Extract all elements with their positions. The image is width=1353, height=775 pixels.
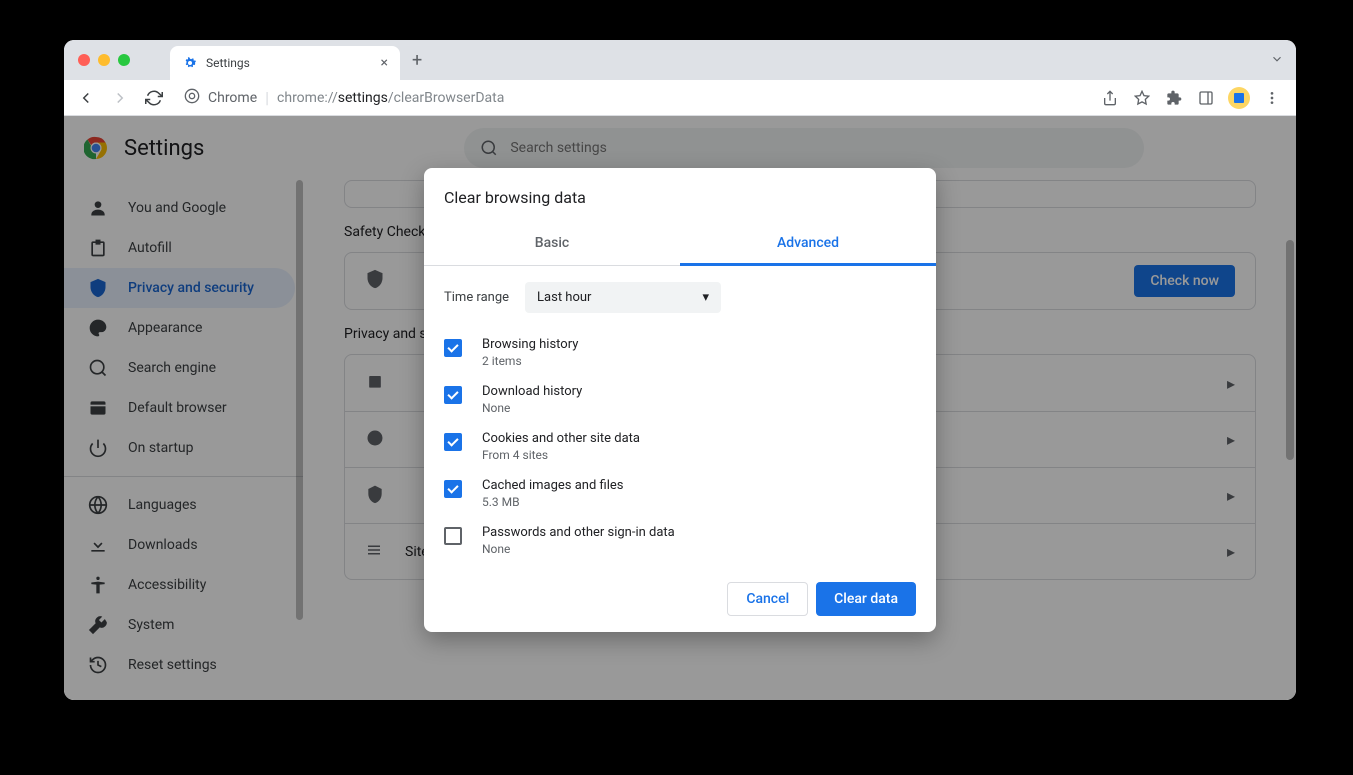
dialog-body: Time range Last hour ▾ Browsing history 2… — [424, 266, 936, 566]
window-controls — [78, 54, 130, 66]
chrome-icon — [184, 88, 200, 108]
reload-button[interactable] — [142, 86, 166, 110]
checkbox-passwords-and-other-sign-in-data[interactable] — [444, 527, 462, 545]
time-range-select[interactable]: Last hour ▾ — [525, 282, 721, 313]
time-range-row: Time range Last hour ▾ — [444, 282, 916, 313]
back-button[interactable] — [74, 86, 98, 110]
checkbox-cached-images-and-files[interactable] — [444, 480, 462, 498]
check-label: Cached images and files — [482, 478, 623, 493]
check-sublabel: 5.3 MB — [482, 495, 623, 509]
check-label: Cookies and other site data — [482, 431, 640, 446]
check-label: Download history — [482, 384, 582, 399]
forward-button[interactable] — [108, 86, 132, 110]
clear-browsing-data-dialog: Clear browsing data Basic Advanced Time … — [424, 168, 936, 632]
check-label: Browsing history — [482, 337, 578, 352]
modal-overlay: Clear browsing data Basic Advanced Time … — [64, 116, 1296, 700]
check-row-2: Cookies and other site data From 4 sites — [444, 423, 916, 470]
check-row-4: Passwords and other sign-in data None — [444, 517, 916, 564]
dropdown-arrow-icon: ▾ — [703, 290, 710, 305]
toolbar-right — [1100, 87, 1282, 109]
content-area: Settings You and GoogleAutofillPrivacy a… — [64, 116, 1296, 700]
dialog-footer: Cancel Clear data — [424, 566, 936, 632]
check-row-3: Cached images and files 5.3 MB — [444, 470, 916, 517]
minimize-window-button[interactable] — [98, 54, 110, 66]
check-sublabel: None — [482, 401, 582, 415]
new-tab-button[interactable]: + — [412, 50, 422, 71]
chevron-down-icon[interactable] — [1270, 51, 1284, 70]
close-window-button[interactable] — [78, 54, 90, 66]
tab-advanced[interactable]: Advanced — [680, 223, 936, 266]
star-icon[interactable] — [1132, 88, 1152, 108]
check-sublabel: From 4 sites — [482, 448, 640, 462]
check-row-0: Browsing history 2 items — [444, 329, 916, 376]
extensions-icon[interactable] — [1164, 88, 1184, 108]
url-field[interactable]: Chrome | chrome://settings/clearBrowserD… — [176, 88, 1090, 108]
check-sublabel: 2 items — [482, 354, 578, 368]
maximize-window-button[interactable] — [118, 54, 130, 66]
cancel-button[interactable]: Cancel — [727, 582, 808, 616]
kebab-menu-icon[interactable] — [1262, 88, 1282, 108]
tab-title: Settings — [206, 56, 381, 70]
clear-data-button[interactable]: Clear data — [816, 582, 916, 616]
check-label: Passwords and other sign-in data — [482, 525, 675, 540]
sidepanel-icon[interactable] — [1196, 88, 1216, 108]
url-text: chrome://settings/clearBrowserData — [277, 90, 504, 106]
address-bar: Chrome | chrome://settings/clearBrowserD… — [64, 80, 1296, 116]
checkbox-browsing-history[interactable] — [444, 339, 462, 357]
check-sublabel: None — [482, 542, 675, 556]
dialog-tabs: Basic Advanced — [424, 223, 936, 266]
browser-tab[interactable]: Settings × — [170, 46, 400, 80]
url-chip: Chrome — [208, 90, 257, 106]
close-tab-icon[interactable]: × — [381, 55, 388, 71]
checkbox-download-history[interactable] — [444, 386, 462, 404]
titlebar: Settings × + — [64, 40, 1296, 80]
share-icon[interactable] — [1100, 88, 1120, 108]
checkbox-cookies-and-other-site-data[interactable] — [444, 433, 462, 451]
dialog-title: Clear browsing data — [424, 168, 936, 223]
time-range-label: Time range — [444, 290, 509, 305]
check-row-1: Download history None — [444, 376, 916, 423]
gear-icon — [182, 55, 198, 71]
profile-avatar[interactable] — [1228, 87, 1250, 109]
tab-basic[interactable]: Basic — [424, 223, 680, 265]
time-range-value: Last hour — [537, 290, 591, 305]
browser-window: Settings × + Chrome | chrome://settings/… — [64, 40, 1296, 700]
